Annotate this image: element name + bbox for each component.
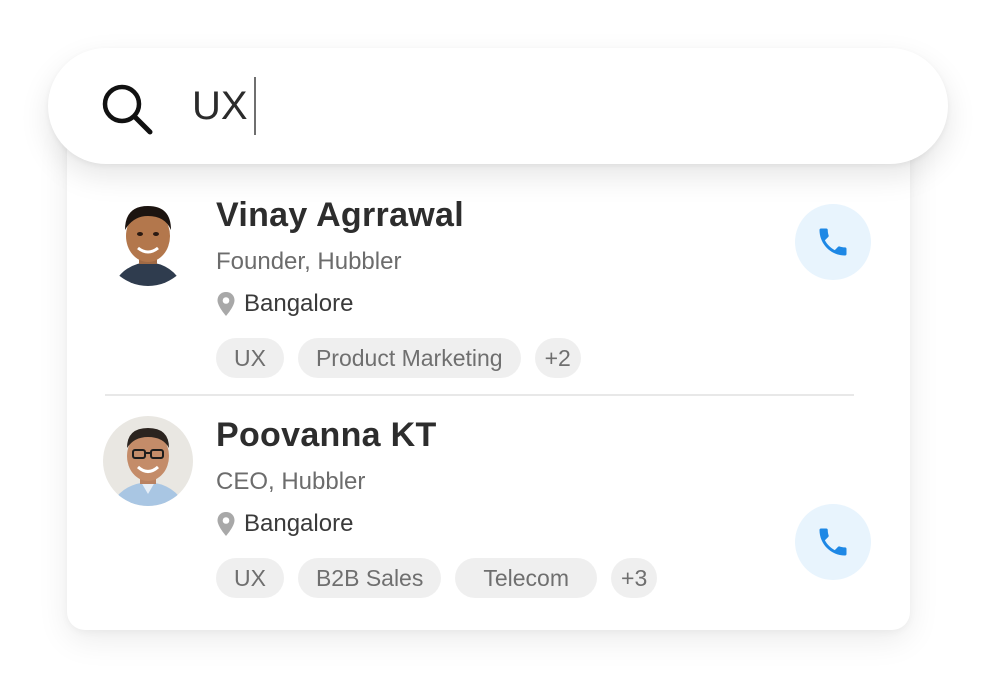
call-button[interactable] [795, 204, 871, 280]
location-label: Bangalore [244, 290, 354, 317]
tag[interactable]: B2B Sales [297, 558, 442, 598]
tag-list: UX Product Marketing +2 [216, 338, 595, 378]
search-bar[interactable]: UX [48, 48, 948, 164]
call-button[interactable] [795, 504, 871, 580]
search-icon[interactable] [100, 82, 154, 136]
text-cursor [253, 77, 256, 135]
results-card: Vinay Agrrawal Founder, Hubbler Bangalor… [67, 120, 910, 630]
contact-role: CEO, Hubbler [216, 468, 366, 495]
tag[interactable]: Telecom [455, 558, 598, 598]
phone-icon [819, 228, 847, 256]
map-pin-icon [217, 512, 235, 536]
search-results-widget: Vinay Agrrawal Founder, Hubbler Bangalor… [0, 0, 994, 698]
tag[interactable]: UX [216, 338, 284, 378]
avatar [103, 196, 193, 286]
tag-list: UX B2B Sales Telecom +3 [216, 558, 671, 598]
map-pin-icon [217, 292, 235, 316]
phone-icon [819, 528, 847, 556]
location-label: Bangalore [244, 510, 354, 537]
divider [105, 394, 854, 396]
more-tags-badge[interactable]: +3 [611, 558, 658, 598]
contact-role: Founder, Hubbler [216, 248, 402, 275]
avatar [103, 416, 193, 506]
search-query: UX [192, 83, 248, 128]
tag[interactable]: Product Marketing [297, 338, 521, 378]
contact-name[interactable]: Vinay Agrrawal [216, 196, 464, 235]
search-input[interactable]: UX [192, 76, 792, 136]
contact-name[interactable]: Poovanna KT [216, 416, 437, 455]
contact-location: Bangalore [216, 290, 353, 318]
contact-location: Bangalore [216, 510, 353, 538]
tag[interactable]: UX [216, 558, 284, 598]
more-tags-badge[interactable]: +2 [534, 338, 581, 378]
